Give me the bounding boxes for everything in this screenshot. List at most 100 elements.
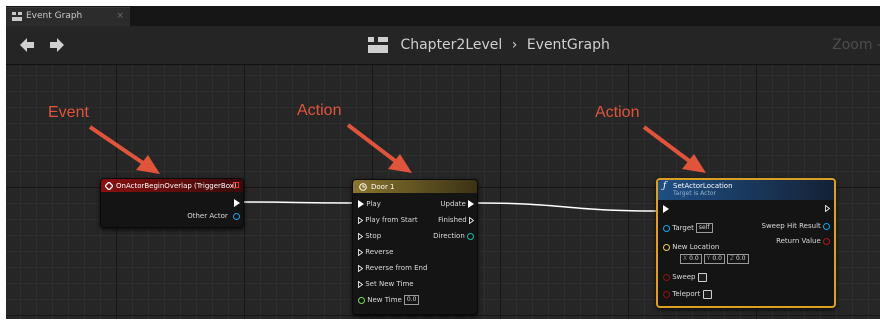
annotation-action-label: Action [595,104,640,121]
tab-label: Event Graph [26,11,83,21]
pin-reverse[interactable]: Reverse [358,246,393,258]
node-subtitle: Target is Actor [673,190,716,197]
pin-label: Reverse from End [365,264,428,272]
bool-pin-icon[interactable] [663,273,670,281]
tab-bar: Event Graph × [6,6,880,27]
pin-new-time[interactable]: New Time 0.0 [358,294,420,306]
y-label: Y [706,255,711,262]
enum-pin-icon[interactable] [467,232,474,240]
annotation-arrow-icon [642,125,706,173]
pin-label: Stop [365,232,382,240]
annotation-action-label: Action [297,102,342,119]
pin-update[interactable]: Update [440,198,474,210]
breadcrumb-separator: › [511,37,518,53]
forward-arrow-icon[interactable] [48,36,66,54]
clock-icon [359,183,367,191]
exec-in-pin-icon[interactable] [358,280,363,288]
pin-label: New Location [672,243,720,251]
pin-return-value[interactable]: Return Value [776,235,830,247]
exec-in-pin-icon[interactable] [663,205,669,213]
x-label: X [683,255,688,262]
event-node-on-actor-begin-overlap[interactable]: OnActorBeginOverlap (TriggerBox) Other A… [100,178,244,228]
pin-reverse-from-end[interactable]: Reverse from End [358,262,427,274]
exec-in-pin-icon[interactable] [358,248,363,256]
pin-sweep[interactable]: Sweep [663,271,708,283]
exec-in-pin-icon[interactable] [358,264,363,272]
float-pin-icon[interactable] [358,296,365,304]
z-value: 0.0 [736,255,746,262]
pin-label: Set New Time [365,280,414,288]
pin-label: New Time [367,296,402,304]
exec-wire-event-to-play [241,201,353,204]
pin-label: Return Value [776,237,821,245]
timeline-node-door-1[interactable]: Door 1 Play Play from Start Stop Reverse… [352,179,478,315]
annotation-arrow-icon [88,125,160,174]
new-location-fields: X 0.0 Y 0.0 Z 0.0 [680,252,751,264]
close-icon[interactable]: × [116,8,124,25]
struct-pin-icon[interactable] [823,222,830,230]
node-title: Door 1 [371,183,395,191]
pin-sweep-hit-result[interactable]: Sweep Hit Result [761,220,830,232]
breadcrumb-blueprint[interactable]: Chapter2Level [400,37,502,53]
pin-set-new-time[interactable]: Set New Time [358,278,414,290]
blueprint-icon [368,37,388,53]
pin-target[interactable]: Target self [663,222,713,234]
pin-label: Sweep [672,273,696,281]
pin-label: Other Actor [187,212,228,220]
pin-finished[interactable]: Finished [438,214,474,226]
pin-label: Target [672,224,694,232]
exec-out-pin-icon[interactable] [825,205,830,212]
exec-out-pin-icon[interactable] [468,200,474,208]
pin-label: Reverse [365,248,394,256]
exec-out-pin-icon[interactable] [234,199,240,207]
exec-in-pin-icon[interactable] [358,232,363,240]
back-arrow-icon[interactable] [18,36,36,54]
z-field[interactable]: Z 0.0 [726,254,749,264]
annotation-event-label: Event [48,104,89,121]
pin-teleport[interactable]: Teleport [663,288,713,300]
node-title: OnActorBeginOverlap (TriggerBox) [116,182,237,190]
y-value: 0.0 [712,255,722,262]
tab-event-graph[interactable]: Event Graph × [6,7,130,27]
zoom-label: Zoom - [832,37,880,53]
pin-play[interactable]: Play [358,198,381,210]
annotation-arrow-icon [346,123,412,173]
teleport-checkbox[interactable] [703,289,713,299]
graph-icon [12,12,22,21]
pin-label: Play [366,200,381,208]
pin-label: Update [440,200,466,208]
delegate-pin-icon[interactable] [233,182,239,188]
sweep-checkbox[interactable] [698,272,708,282]
graph-toolbar: Chapter2Level › EventGraph Zoom - [6,26,880,65]
pin-label: Sweep Hit Result [761,222,821,230]
object-pin-icon[interactable] [663,224,670,232]
pin-direction[interactable]: Direction [433,230,474,242]
object-pin-icon[interactable] [233,212,240,220]
pin-label: Finished [438,216,467,224]
exec-in-pin-icon[interactable] [358,200,364,208]
target-field[interactable]: self [695,223,713,233]
bool-pin-icon[interactable] [823,237,830,245]
pin-stop[interactable]: Stop [358,230,381,242]
z-label: Z [729,255,735,262]
pin-play-from-start[interactable]: Play from Start [358,214,418,226]
event-diamond-icon [105,182,113,190]
x-value: 0.0 [689,255,699,262]
exec-in-pin-icon[interactable] [358,216,363,224]
function-node-set-actor-location[interactable]: ƒ SetActorLocation Target is Actor Targe… [656,178,836,308]
pin-other-actor: Other Actor [187,210,240,222]
pin-label: Direction [433,232,465,240]
function-icon: ƒ [663,181,667,191]
breadcrumb: Chapter2Level › EventGraph [368,35,610,55]
exec-out-pin-icon[interactable] [469,216,474,224]
breadcrumb-graph: EventGraph [526,37,610,53]
x-field[interactable]: X 0.0 [680,254,702,264]
exec-wire-update-to-setlocation [475,202,657,212]
bool-pin-icon[interactable] [663,290,670,298]
y-field[interactable]: Y 0.0 [703,254,725,264]
graph-canvas[interactable]: Event Action Action OnActorBeginOverlap … [6,65,880,319]
new-time-field[interactable]: 0.0 [403,295,420,305]
pin-label: Teleport [672,290,701,298]
vector-pin-icon[interactable] [663,243,670,251]
blueprint-editor-window: Event Graph × Chapter2Level › EventGraph… [6,6,880,319]
